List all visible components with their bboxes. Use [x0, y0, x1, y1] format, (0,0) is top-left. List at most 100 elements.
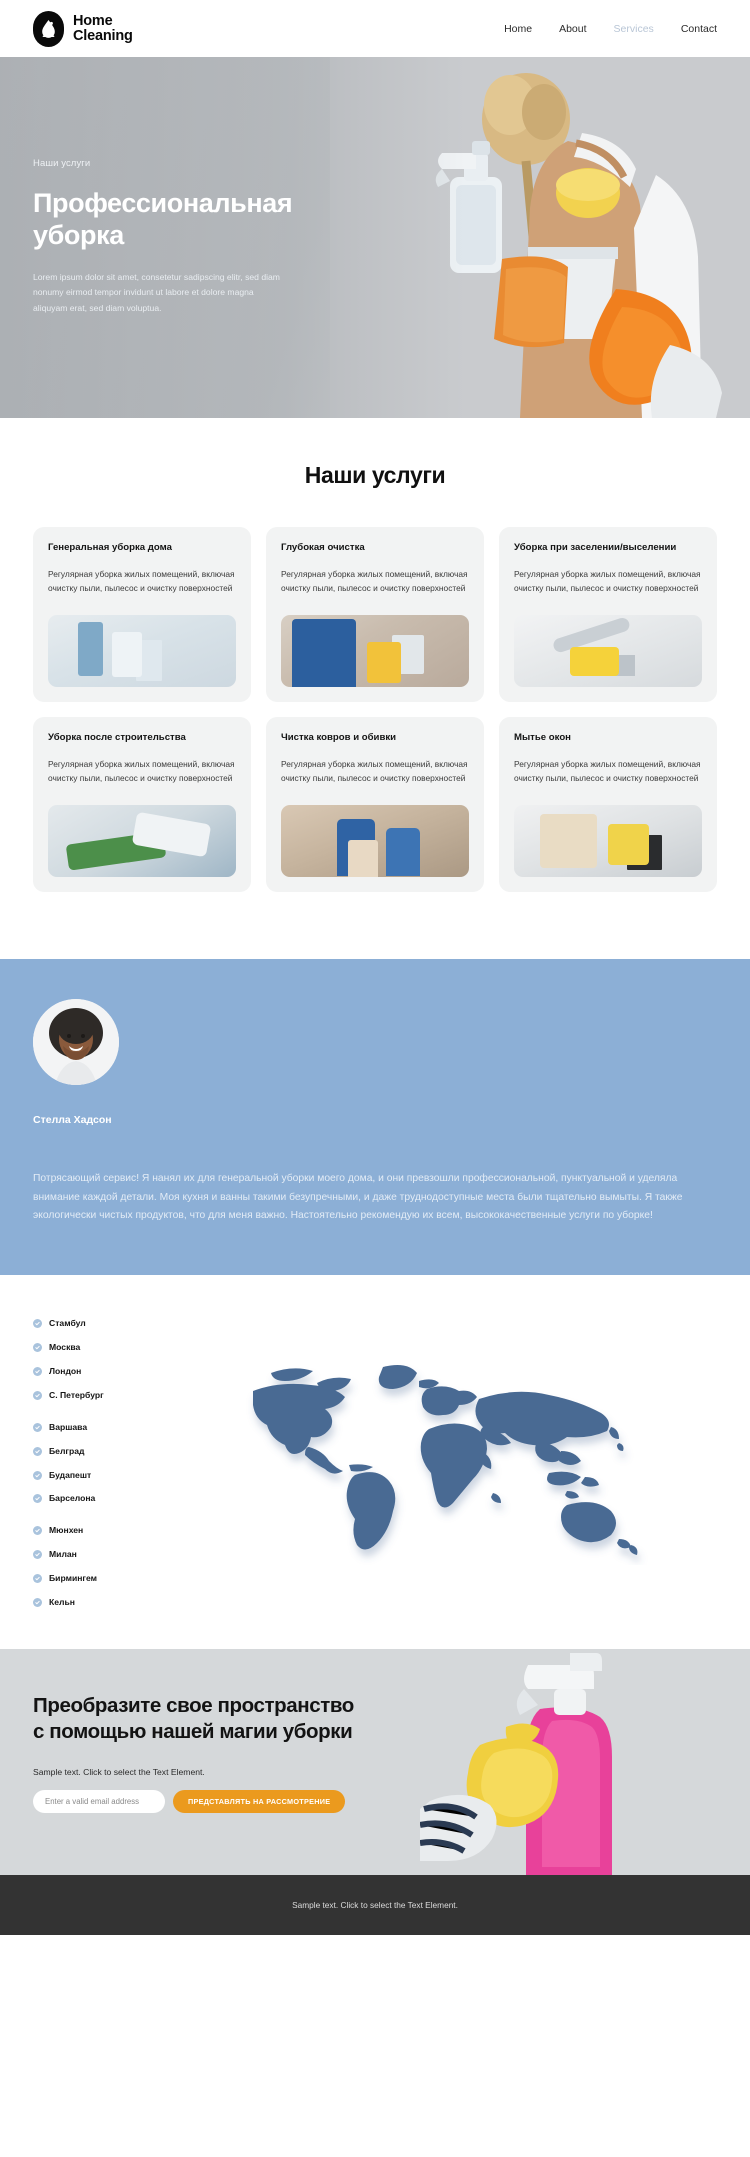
- brand-logo[interactable]: Home Cleaning: [33, 10, 133, 47]
- service-card[interactable]: Уборка после строительства Регулярная уб…: [33, 717, 251, 892]
- check-circle-icon: [33, 1422, 42, 1432]
- list-item[interactable]: С. Петербург: [33, 1389, 145, 1402]
- cleaning-tools-photo: [514, 615, 702, 687]
- service-card[interactable]: Генеральная уборка дома Регулярная уборк…: [33, 527, 251, 702]
- list-item[interactable]: Стамбул: [33, 1317, 145, 1330]
- location-label: Мюнхен: [49, 1525, 84, 1536]
- service-card-title: Генеральная уборка дома: [48, 542, 172, 553]
- location-label: Москва: [49, 1342, 81, 1353]
- service-card-description: Регулярная уборка жилых помещений, включ…: [514, 569, 701, 594]
- service-card-description: Регулярная уборка жилых помещений, включ…: [281, 759, 468, 784]
- location-label: Будапешт: [49, 1469, 92, 1480]
- hero-section: Наши услуги Профессиональная уборка Lore…: [0, 57, 750, 418]
- cta-subtitle: Sample text. Click to select the Text El…: [33, 1767, 205, 1778]
- list-item[interactable]: Будапешт: [33, 1469, 145, 1482]
- service-card-description: Регулярная уборка жилых помещений, включ…: [48, 759, 235, 784]
- location-label: Милан: [49, 1549, 77, 1560]
- nav-item-contact[interactable]: Contact: [681, 23, 717, 35]
- testimonial-section: Стелла Хадсон Потрясающий сервис! Я наня…: [0, 959, 750, 1276]
- hero-title: Профессиональная уборка: [33, 188, 293, 250]
- two-cleaners-in-room-photo: [281, 805, 469, 877]
- list-item[interactable]: Милан: [33, 1548, 145, 1561]
- pink-spray-bottle-in-yellow-glove-photo: [419, 1648, 750, 1875]
- location-label: Барселона: [49, 1493, 96, 1504]
- check-circle-icon: [33, 1550, 42, 1560]
- service-card-title: Глубокая очистка: [281, 542, 365, 553]
- services-row-1: Генеральная уборка дома Регулярная уборк…: [0, 527, 750, 702]
- service-card-title: Чистка ковров и обивки: [281, 732, 397, 743]
- check-circle-icon: [33, 1526, 42, 1536]
- services-title: Наши услуги: [304, 462, 446, 488]
- location-label: Лондон: [49, 1365, 82, 1376]
- location-label: Бирмингем: [49, 1573, 98, 1584]
- hero-description: Lorem ipsum dolor sit amet, consetetur s…: [33, 271, 280, 313]
- service-card-title: Уборка после строительства: [48, 732, 186, 743]
- services-row-2: Уборка после строительства Регулярная уб…: [0, 717, 750, 892]
- check-circle-icon: [33, 1366, 42, 1376]
- nav-item-about[interactable]: About: [559, 23, 586, 35]
- location-label: Стамбул: [49, 1318, 86, 1329]
- service-card[interactable]: Чистка ковров и обивки Регулярная уборка…: [266, 717, 484, 892]
- email-field[interactable]: [33, 1790, 165, 1814]
- worker-in-blue-uniform-photo: [281, 615, 469, 687]
- list-item[interactable]: Москва: [33, 1341, 145, 1354]
- gloved-hand-with-sponge-photo: [48, 805, 236, 877]
- nav-item-services[interactable]: Services: [614, 23, 654, 35]
- list-item[interactable]: Варшава: [33, 1421, 145, 1434]
- check-circle-icon: [33, 1470, 42, 1480]
- service-card-description: Регулярная уборка жилых помещений, включ…: [514, 759, 701, 784]
- service-card-description: Регулярная уборка жилых помещений, включ…: [48, 569, 235, 594]
- list-item[interactable]: Белград: [33, 1445, 145, 1458]
- nav-item-home[interactable]: Home: [504, 23, 532, 35]
- window-cleaning-photo: [514, 805, 702, 877]
- location-label: Белград: [49, 1445, 85, 1456]
- cta-content: Преобразите свое пространство с помощью …: [33, 1693, 363, 1814]
- check-circle-icon: [33, 1390, 42, 1400]
- hero-eyebrow: Наши услуги: [33, 158, 91, 169]
- cta-section: Преобразите свое пространство с помощью …: [0, 1648, 750, 1875]
- site-header: Home Cleaning Home About Services Contac…: [0, 0, 750, 57]
- smiling-woman-avatar: [33, 999, 119, 1085]
- list-item[interactable]: Кельн: [33, 1596, 145, 1609]
- service-card-title: Мытье окон: [514, 732, 571, 743]
- check-circle-icon: [33, 1494, 42, 1504]
- locations-group: Варшава Белград Будапешт Барселона: [33, 1421, 145, 1506]
- cta-title: Преобразите свое пространство с помощью …: [33, 1693, 354, 1744]
- testimonial-author-name: Стелла Хадсон: [33, 1114, 112, 1126]
- testimonial-text: Потрясающий сервис! Я нанял их для генер…: [33, 1173, 683, 1221]
- service-card[interactable]: Мытье окон Регулярная уборка жилых помещ…: [499, 717, 717, 892]
- locations-group: Мюнхен Милан Бирмингем Кельн: [33, 1524, 145, 1609]
- footer-text: Sample text. Click to select the Text El…: [292, 1899, 458, 1910]
- list-item[interactable]: Бирмингем: [33, 1572, 145, 1585]
- service-card-description: Регулярная уборка жилых помещений, включ…: [281, 569, 468, 594]
- service-card[interactable]: Глубокая очистка Регулярная уборка жилых…: [266, 527, 484, 702]
- brand-line-1: Home: [73, 12, 113, 29]
- list-item[interactable]: Барселона: [33, 1492, 145, 1505]
- check-circle-icon: [33, 1319, 42, 1329]
- service-card-title: Уборка при заселении/выселении: [514, 542, 677, 553]
- avatar: [33, 999, 119, 1085]
- brand-line-2: Cleaning: [73, 27, 133, 44]
- service-card[interactable]: Уборка при заселении/выселении Регулярна…: [499, 527, 717, 702]
- location-label: Кельн: [49, 1597, 75, 1607]
- submit-button[interactable]: ПРЕДСТАВЛЯТЬ НА РАССМОТРЕНИЕ: [173, 1790, 346, 1814]
- list-item[interactable]: Мюнхен: [33, 1524, 145, 1537]
- check-circle-icon: [33, 1343, 42, 1353]
- locations-section: Стамбул Москва Лондон С. Петербург Варша…: [0, 1275, 750, 1649]
- locations-group: Стамбул Москва Лондон С. Петербург: [33, 1317, 145, 1402]
- water-drop-in-circle-icon: [33, 10, 64, 47]
- page-root: Home Cleaning Home About Services Contac…: [0, 0, 750, 1935]
- main-navigation: Home About Services Contact: [504, 23, 717, 35]
- location-label: Варшава: [49, 1421, 88, 1432]
- world-map-graphic: [165, 1311, 717, 1609]
- hero-content: Наши услуги Профессиональная уборка Lore…: [0, 57, 330, 317]
- services-section: Наши услуги Генеральная уборка дома Регу…: [0, 418, 750, 959]
- locations-list: Стамбул Москва Лондон С. Петербург Варша…: [33, 1311, 145, 1609]
- brand-name: Home Cleaning: [73, 12, 133, 44]
- spray-bottles-photo: [48, 615, 236, 687]
- check-circle-icon: [33, 1598, 42, 1607]
- site-footer: Sample text. Click to select the Text El…: [0, 1874, 750, 1935]
- check-circle-icon: [33, 1574, 42, 1584]
- subscribe-form: ПРЕДСТАВЛЯТЬ НА РАССМОТРЕНИЕ: [33, 1790, 363, 1814]
- list-item[interactable]: Лондон: [33, 1365, 145, 1378]
